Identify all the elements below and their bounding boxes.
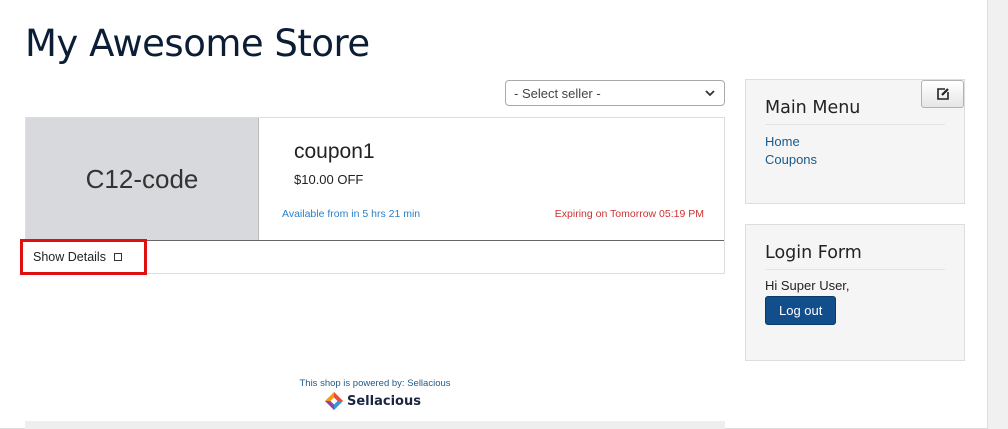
powered-by-text: This shop is powered by: Sellacious: [299, 378, 451, 389]
sellacious-logo[interactable]: Sellacious: [325, 392, 421, 410]
seller-select-value: - Select seller -: [514, 85, 601, 101]
sellacious-logo-text: Sellacious: [347, 393, 421, 409]
coupon-amount: $10.00 OFF: [294, 172, 364, 187]
login-greeting: Hi Super User,: [765, 278, 850, 293]
coupon-availability: Available from in 5 hrs 21 min: [282, 208, 421, 220]
edit-icon: [936, 88, 949, 100]
coupon-code: C12-code: [26, 118, 259, 241]
menu-item-coupons[interactable]: Coupons: [765, 151, 945, 169]
logout-button[interactable]: Log out: [765, 296, 837, 325]
page: My Awesome Store - Select seller - C12-c…: [0, 0, 988, 429]
coupon-title: coupon1: [294, 140, 375, 163]
show-details-button[interactable]: Show Details: [20, 239, 147, 275]
login-form-title: Login Form: [765, 243, 945, 270]
login-form-module: Login Form Hi Super User, Log out: [745, 224, 965, 361]
show-details-label: Show Details: [33, 250, 106, 264]
coupon-expiry: Expiring on Tomorrow 05:19 PM: [554, 208, 704, 220]
sellacious-logo-icon: [325, 392, 343, 410]
menu-item-home[interactable]: Home: [765, 133, 945, 151]
edit-module-button[interactable]: [921, 80, 964, 108]
main-menu-title: Main Menu: [765, 98, 945, 125]
footer-strip: [25, 421, 725, 429]
site-title: My Awesome Store: [25, 22, 370, 65]
chevron-down-icon: [705, 90, 715, 97]
main-menu-module: Main Menu Home Coupons: [745, 79, 965, 204]
seller-select[interactable]: - Select seller -: [505, 80, 725, 106]
expand-square-icon: [113, 253, 122, 261]
